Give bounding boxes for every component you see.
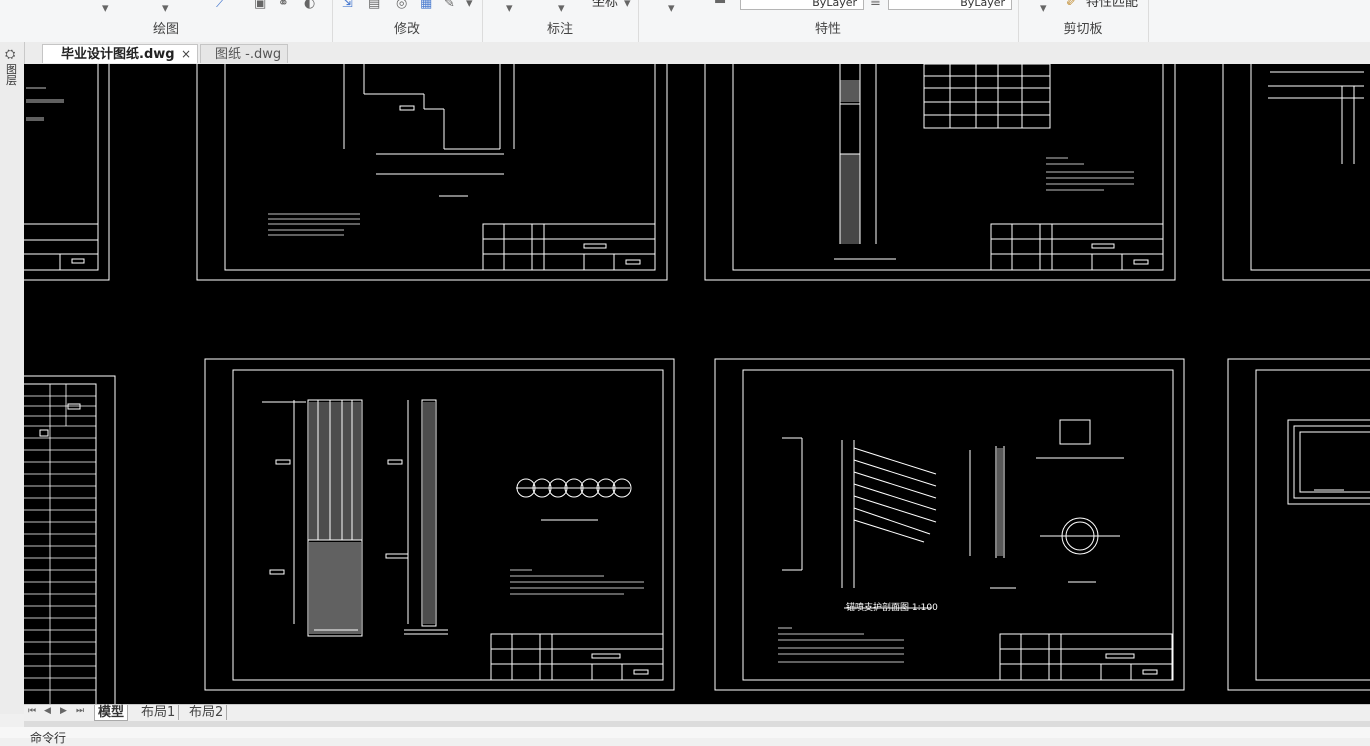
clipboard-group: ▾ ✐ 特性匹配 剪切板 <box>1018 0 1149 42</box>
layer-panel-label[interactable]: 图层 <box>6 64 18 86</box>
layer-side-panel: ⛭ 图层 <box>0 42 25 714</box>
next-layout-icon[interactable]: ▶ <box>60 706 67 716</box>
pile-hatch-upper <box>309 402 361 540</box>
coordinate-button[interactable]: 坐标 <box>592 0 618 9</box>
properties-group: ▾ ▬ ByLayer ≡ ByLayer 特性 <box>638 0 1019 42</box>
color-swatch-icon[interactable]: ▬ <box>714 0 726 7</box>
layout-tab-bar: ⏮ ◀ ▶ ⏭ 模型 布局1 布局2 <box>24 704 1370 721</box>
tab-layout2[interactable]: 布局2 <box>186 705 228 720</box>
concrete-hatch <box>840 80 860 102</box>
dropdown-arrow-icon[interactable]: ▾ <box>1040 2 1047 15</box>
wall-hatch <box>997 448 1003 556</box>
rotate-icon[interactable]: ◎ <box>396 0 407 10</box>
sheet-d <box>1222 64 1370 281</box>
sheet-g <box>714 358 1185 691</box>
prev-layout-icon[interactable]: ◀ <box>44 706 51 716</box>
clipboard-group-label: 剪切板 <box>1063 22 1103 37</box>
command-line[interactable]: 命令行 <box>0 727 1370 745</box>
modify-group: ⇲ ▤ ◎ ▦ ✎ ▾ 修改 <box>332 0 483 42</box>
properties-group-label: 特性 <box>814 22 841 37</box>
line-tool-icon[interactable]: ⟋ <box>216 0 225 10</box>
close-icon[interactable]: × <box>181 45 191 64</box>
drawing-canvas[interactable]: 锚喷支护剖面图 1:100 <box>24 64 1370 704</box>
region-icon[interactable]: ⚭ <box>278 0 289 10</box>
draw-group: ▾ ▾ ⟋ ▣ ⚭ ◐ 绘图 <box>0 0 333 42</box>
sheet-c <box>704 64 1176 281</box>
sheet-h <box>1227 358 1370 691</box>
ribbon: ▾ ▾ ⟋ ▣ ⚭ ◐ 绘图 ⇲ ▤ ◎ ▦ ✎ ▾ 修改 ▾ ▾ 坐标 ▾ 标… <box>0 0 1370 43</box>
wipeout-icon[interactable]: ◐ <box>304 0 315 10</box>
annotation-group: ▾ ▾ 坐标 ▾ 标注 <box>482 0 639 42</box>
dropdown-arrow-icon[interactable]: ▾ <box>558 2 565 15</box>
drawing-svg: 锚喷支护剖面图 1:100 <box>24 64 1370 704</box>
draw-group-label: 绘图 <box>152 22 179 37</box>
dropdown-arrow-icon[interactable]: ▾ <box>162 2 169 15</box>
modify-group-label: 修改 <box>393 22 420 37</box>
pile-plan-circles <box>516 478 632 521</box>
sheet-e <box>24 375 116 704</box>
tab-label: 图纸 -.dwg <box>215 47 282 62</box>
dropdown-arrow-icon[interactable]: ▾ <box>506 2 513 15</box>
tab-model[interactable]: 模型 <box>94 705 129 721</box>
sheet-g-caption: 锚喷支护剖面图 1:100 <box>846 601 938 613</box>
stretch-icon[interactable]: ⇲ <box>342 0 353 10</box>
edit-icon[interactable]: ✎ <box>444 0 455 10</box>
dropdown-arrow-icon[interactable]: ▾ <box>466 0 473 10</box>
pile-hatch-lower <box>309 542 361 634</box>
pile-hatch-side <box>423 402 435 624</box>
document-tab-bar: 毕业设计图纸.dwg × 图纸 -.dwg <box>0 42 1370 65</box>
tab-drawing[interactable]: 图纸 -.dwg <box>200 44 288 63</box>
sheet-a <box>24 64 110 281</box>
tab-label: 毕业设计图纸.dwg <box>61 47 175 62</box>
soil-hatch <box>840 154 860 244</box>
layer-panel-icon[interactable]: ⛭ <box>5 47 15 62</box>
array-icon[interactable]: ▦ <box>420 0 432 10</box>
lineweight-combo[interactable]: ByLayer <box>888 0 1012 10</box>
lineweight-icon: ≡ <box>870 0 881 10</box>
annotation-group-label: 标注 <box>546 22 573 37</box>
first-layout-icon[interactable]: ⏮ <box>28 706 36 716</box>
last-layout-icon[interactable]: ⏭ <box>76 706 84 716</box>
scale-icon[interactable]: ▤ <box>368 0 380 10</box>
dropdown-arrow-icon[interactable]: ▾ <box>624 0 631 10</box>
tab-graduation-design[interactable]: 毕业设计图纸.dwg × <box>42 44 198 63</box>
linetype-combo[interactable]: ByLayer <box>740 0 864 10</box>
hatch-icon[interactable]: ▣ <box>254 0 266 10</box>
dropdown-arrow-icon[interactable]: ▾ <box>668 2 675 15</box>
sheet-b <box>196 64 668 281</box>
tab-layout1[interactable]: 布局1 <box>138 705 180 720</box>
sheet-f <box>204 358 675 691</box>
match-properties-button[interactable]: 特性匹配 <box>1086 0 1138 9</box>
match-properties-icon[interactable]: ✐ <box>1066 0 1077 9</box>
dropdown-arrow-icon[interactable]: ▾ <box>102 2 109 15</box>
